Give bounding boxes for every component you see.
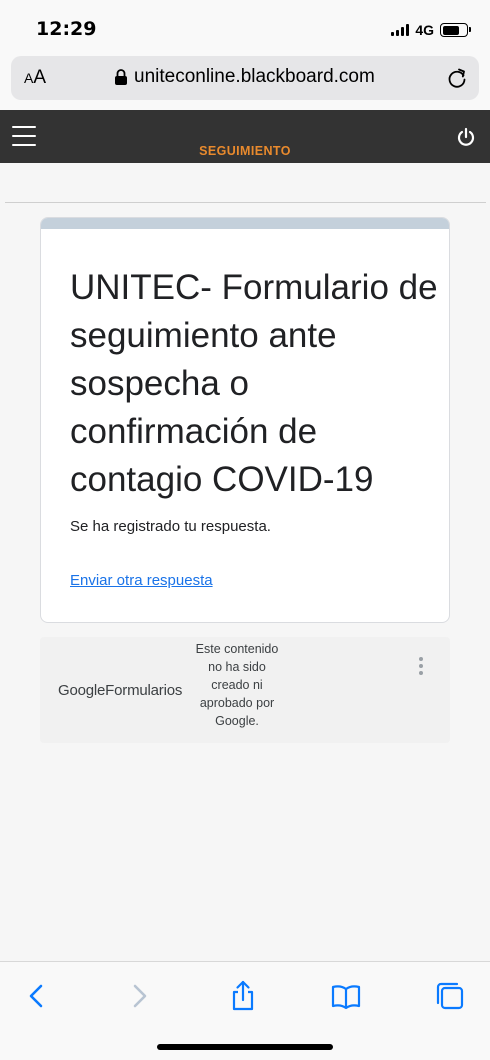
url-display[interactable]: uniteconline.blackboard.com xyxy=(114,66,375,88)
browser-address-area: AA uniteconline.blackboard.com xyxy=(0,52,490,110)
url-text: uniteconline.blackboard.com xyxy=(134,66,375,87)
hamburger-icon[interactable] xyxy=(12,126,36,146)
share-icon[interactable] xyxy=(226,979,260,1013)
text-size-small-a: A xyxy=(24,70,34,86)
network-type-label: 4G xyxy=(415,22,434,38)
form-response-card: UNITEC- Formulario de seguimiento ante s… xyxy=(40,217,450,623)
content-divider xyxy=(5,202,486,203)
google-forms-logo[interactable]: GoogleFormularios xyxy=(58,682,182,699)
text-size-button[interactable]: AA xyxy=(24,67,46,89)
cellular-signal-icon xyxy=(391,24,410,36)
chevron-left-icon[interactable] xyxy=(20,979,54,1013)
battery-icon xyxy=(440,23,471,37)
tabs-icon[interactable] xyxy=(433,979,467,1013)
forms-footer: GoogleFormularios Este contenido no ha s… xyxy=(40,637,450,743)
power-icon[interactable] xyxy=(456,127,476,147)
form-title: UNITEC- Formulario de seguimiento ante s… xyxy=(70,268,438,499)
submit-another-response-link[interactable]: Enviar otra respuesta xyxy=(70,572,213,589)
status-time: 12:29 xyxy=(36,18,97,40)
app-navigation-bar: SEGUIMIENTO xyxy=(0,110,490,163)
address-bar[interactable]: AA uniteconline.blackboard.com xyxy=(11,56,479,100)
disclaimer-text: Este contenido no ha sido creado ni apro… xyxy=(195,642,279,728)
book-icon[interactable] xyxy=(329,979,363,1013)
logo-google-text: Google xyxy=(58,682,106,699)
home-indicator xyxy=(157,1044,333,1050)
lock-icon xyxy=(115,69,127,85)
reload-icon[interactable] xyxy=(445,66,469,90)
status-bar: 12:29 4G xyxy=(0,0,490,52)
form-card-top-band xyxy=(41,218,449,229)
chevron-right-icon[interactable] xyxy=(122,979,156,1013)
confirmation-message: Se ha registrado tu respuesta. xyxy=(70,518,271,535)
logo-product-text: Formularios xyxy=(105,682,183,699)
nav-title: SEGUIMIENTO xyxy=(199,144,291,158)
status-indicators: 4G xyxy=(391,20,471,40)
kebab-icon[interactable] xyxy=(418,657,424,677)
text-size-large-a: A xyxy=(33,67,47,88)
